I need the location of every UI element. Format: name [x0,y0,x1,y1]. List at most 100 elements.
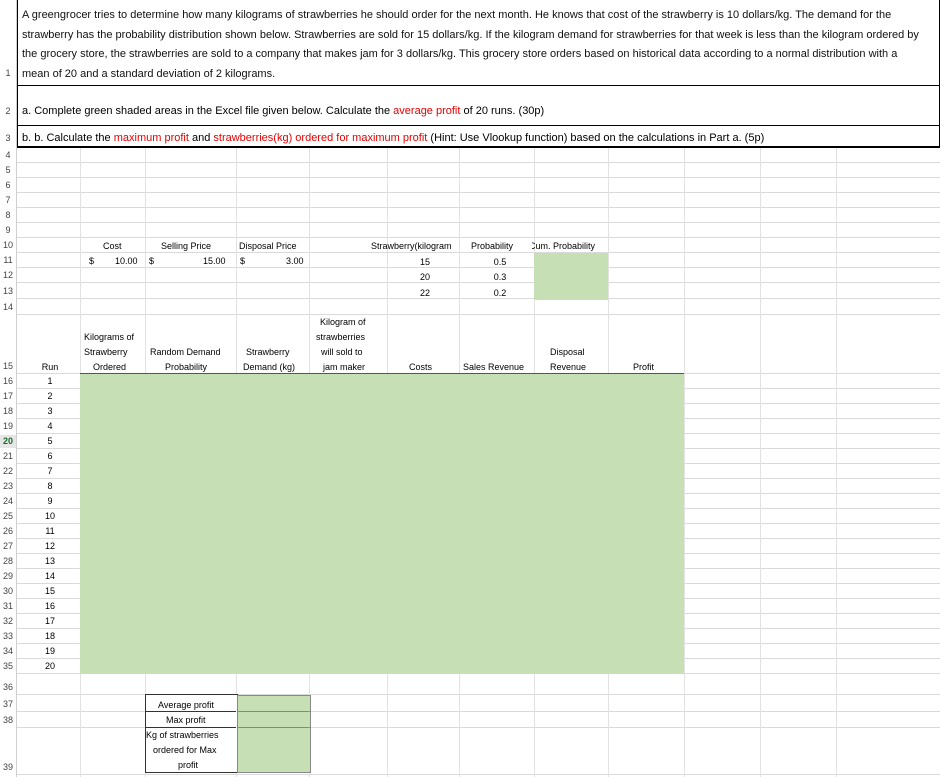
row-gridline [17,314,940,315]
run-number: 18 [44,631,55,641]
run-number: 6 [47,451,53,461]
kg-max-label-2: ordered for Max [153,745,217,755]
row-number[interactable]: 32 [0,615,16,628]
row-number[interactable]: 37 [0,698,16,711]
run-number: 3 [47,406,53,416]
header-demand-2: Demand (kg) [243,362,296,372]
row-number[interactable]: 7 [0,194,16,207]
run-number: 20 [44,661,55,671]
dist-prob-1: 0.5 [493,257,507,267]
cost-value[interactable]: 10.00 [115,256,138,266]
row-number[interactable]: 20 [0,435,16,448]
row-number[interactable]: 23 [0,480,16,493]
row-number[interactable]: 27 [0,540,16,553]
header-kg-ordered-2: Strawberry [84,347,128,357]
row-number[interactable]: 14 [0,301,16,314]
column-gridline [684,148,685,777]
run-number: 17 [44,616,55,626]
header-sales: Sales Revenue [463,362,525,372]
part-a-text: a. Complete green shaded areas in the Ex… [22,105,545,117]
row-number[interactable]: 28 [0,555,16,568]
spreadsheet[interactable]: A greengrocer tries to determine how man… [0,0,940,777]
row-number[interactable]: 16 [0,375,16,388]
header-run: Run [41,362,59,372]
selling-price-label: Selling Price [161,241,212,251]
dist-prob-3: 0.2 [493,288,507,298]
dist-kg-1: 15 [419,257,430,267]
header-jam-2: strawberries [316,332,366,342]
row-number[interactable]: 19 [0,420,16,433]
row-number[interactable]: 10 [0,239,16,252]
cum-probability-cells[interactable] [534,253,608,300]
row-number[interactable]: 1 [0,67,16,80]
row-number[interactable]: 22 [0,465,16,478]
disposal-price-label: Disposal Price [239,241,297,251]
row-gridline [17,774,940,775]
row-number[interactable]: 24 [0,495,16,508]
header-kg-ordered-1: Kilograms of [84,332,135,342]
avg-profit-cell[interactable] [237,695,311,712]
row-number[interactable]: 17 [0,390,16,403]
row-number[interactable]: 25 [0,510,16,523]
column-gridline [760,148,761,777]
row-number[interactable]: 30 [0,585,16,598]
dist-cum-header: Cum. Probability [532,241,596,251]
row-number[interactable]: 11 [0,254,16,267]
row-gridline [17,282,940,283]
row-number[interactable]: 34 [0,645,16,658]
selling-value[interactable]: 15.00 [203,256,226,266]
row-number[interactable]: 13 [0,285,16,298]
row-number[interactable]: 8 [0,209,16,222]
cost-label: Cost [103,241,122,251]
header-profit: Profit [633,362,655,372]
disposal-value[interactable]: 3.00 [286,256,304,266]
header-random-1: Random Demand [150,347,221,357]
row-number[interactable]: 3 [0,132,16,145]
dist-kg-header: Strawberry(kilogram [371,241,452,251]
max-profit-cell[interactable] [237,711,311,728]
run-number: 11 [45,526,55,536]
row-number[interactable]: 21 [0,450,16,463]
run-number: 19 [44,646,55,656]
run-number: 14 [44,571,55,581]
run-number: 9 [47,496,53,506]
row-number[interactable]: 35 [0,660,16,673]
row-number[interactable]: 36 [0,681,16,694]
row-number[interactable]: 12 [0,269,16,282]
row-gridline [17,237,940,238]
run-number: 15 [44,586,55,596]
row-number[interactable]: 33 [0,630,16,643]
kg-max-profit-cell[interactable] [237,727,311,773]
row-gridline [17,192,940,193]
row-number[interactable]: 29 [0,570,16,583]
header-jam-3: will sold to [321,347,363,357]
row-gridline [17,207,940,208]
row-number[interactable]: 31 [0,600,16,613]
header-kg-ordered-3: Ordered [93,362,127,372]
row-number[interactable]: 9 [0,224,16,237]
simulation-input-area[interactable] [80,374,684,674]
row-number[interactable]: 39 [0,761,16,774]
run-number: 16 [44,601,55,611]
avg-profit-label: Average profit [158,700,214,710]
header-random-2: Probability [165,362,208,372]
dist-kg-3: 22 [419,288,430,298]
row-gridline [17,222,940,223]
column-gridline [836,148,837,777]
row-number[interactable]: 4 [0,149,16,162]
row-number[interactable]: 26 [0,525,16,538]
selling-dollar: $ [149,256,155,266]
row-number[interactable]: 18 [0,405,16,418]
row-gridline [17,177,940,178]
summary-divider-1 [146,711,236,712]
row-number[interactable]: 6 [0,179,16,192]
row-number[interactable]: 5 [0,164,16,177]
header-jam-1: Kilogram of [320,317,366,327]
row-number[interactable]: 2 [0,105,16,118]
run-number: 2 [47,391,53,401]
row-number[interactable]: 15 [0,360,16,373]
kg-max-label-1: Kg of strawberries [146,730,219,740]
header-jam-4: jam maker [323,362,366,372]
row-gridline [17,298,940,299]
row-number[interactable]: 38 [0,714,16,727]
